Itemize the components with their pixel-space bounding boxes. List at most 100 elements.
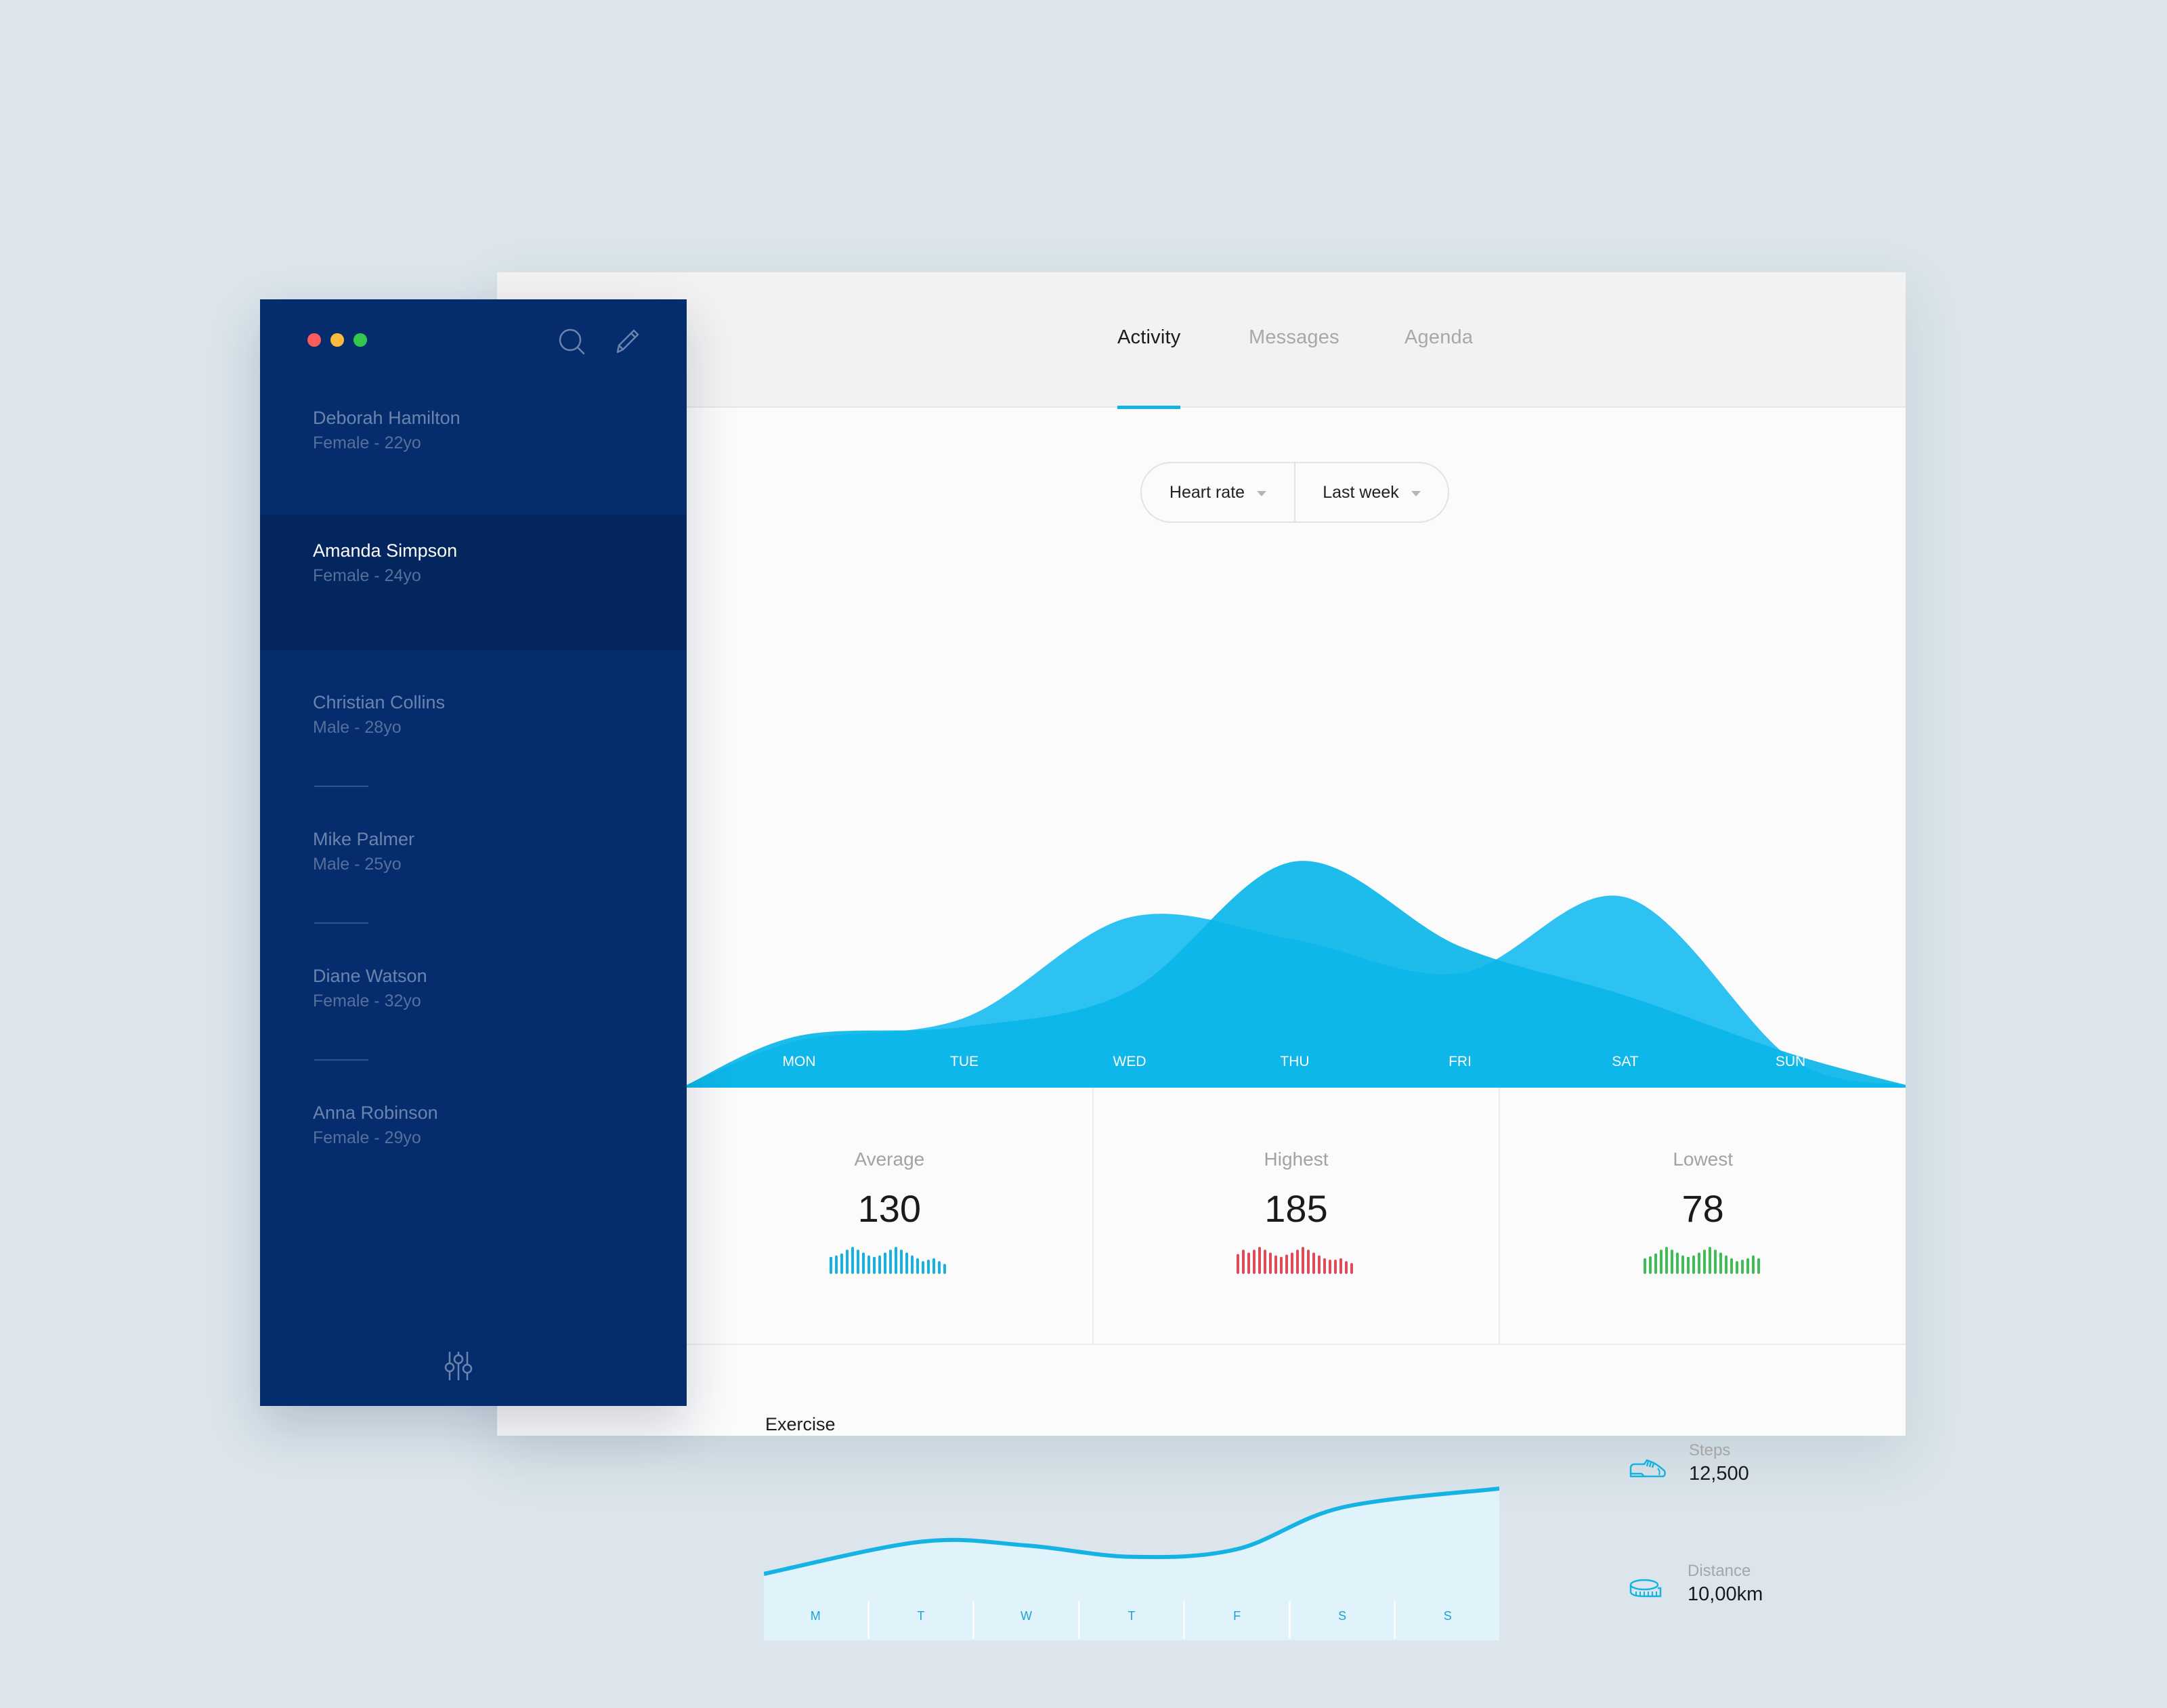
patient-name: Christian Collins xyxy=(313,692,446,712)
stat-card-average: Average 130 xyxy=(687,1088,1092,1344)
sparkline-bar xyxy=(846,1250,849,1274)
sparkline-bar xyxy=(830,1256,833,1274)
sparkline-bar xyxy=(1719,1252,1722,1274)
sparkline-bar xyxy=(1253,1250,1256,1274)
sparkline-bar xyxy=(1237,1254,1239,1274)
period-dropdown-value: Last week xyxy=(1323,482,1399,502)
minimize-window-button[interactable] xyxy=(330,333,344,347)
exercise-day-label: S xyxy=(1288,1601,1394,1639)
list-divider xyxy=(314,1059,368,1061)
search-icon[interactable] xyxy=(557,326,586,356)
sparkline-bar xyxy=(922,1261,925,1274)
sparkline-bar xyxy=(1285,1254,1288,1274)
steps-label: Steps xyxy=(1689,1441,1731,1459)
patient-name: Deborah Hamilton xyxy=(313,408,460,428)
pencil-icon[interactable] xyxy=(612,326,642,356)
stat-value: 185 xyxy=(1264,1187,1328,1230)
sparkline-bar xyxy=(1740,1260,1744,1274)
metric-dropdown[interactable]: Heart rate xyxy=(1142,463,1294,521)
sparkline-bar xyxy=(1318,1255,1321,1274)
sparkline-bar xyxy=(1264,1250,1266,1274)
patient-info: Female - 22yo xyxy=(313,433,421,452)
maximize-window-button[interactable] xyxy=(353,333,367,347)
chevron-down-icon xyxy=(1257,491,1267,496)
sparkline-bar xyxy=(1280,1256,1283,1274)
distance-label: Distance xyxy=(1688,1562,1751,1580)
sparkline-bar xyxy=(1329,1260,1331,1274)
sparkline-bar xyxy=(1654,1253,1657,1274)
stat-card-lowest: Lowest 78 xyxy=(1499,1088,1906,1344)
tab-messages[interactable]: Messages xyxy=(1249,326,1339,408)
sparkline-bar xyxy=(1659,1250,1662,1274)
close-window-button[interactable] xyxy=(307,333,321,347)
sparkline-bar xyxy=(1350,1263,1353,1274)
sparkline-bar xyxy=(900,1250,903,1274)
sparkline-bar xyxy=(1713,1250,1717,1274)
exercise-day-label: T xyxy=(1077,1601,1184,1639)
x-tick-label: THU xyxy=(1280,1054,1309,1069)
sparkline-bar xyxy=(1670,1250,1673,1274)
sparkline-bar xyxy=(1675,1252,1679,1274)
sparkline-bar xyxy=(895,1247,898,1274)
sparkline-bar xyxy=(943,1264,947,1274)
tab-activity[interactable]: Activity xyxy=(1117,326,1181,409)
sparkline-bar xyxy=(1312,1252,1315,1274)
exercise-day-label: W xyxy=(972,1601,1078,1639)
patient-list-item[interactable]: Anna Robinson Female - 29yo xyxy=(260,1103,687,1170)
sparkline-bar xyxy=(916,1258,920,1274)
sparkline-bar xyxy=(932,1258,936,1274)
sparkline-bar xyxy=(862,1252,865,1274)
metric-dropdown-value: Heart rate xyxy=(1169,482,1245,502)
period-dropdown[interactable]: Last week xyxy=(1294,463,1448,521)
sparkline-bar xyxy=(911,1255,914,1274)
exercise-title: Exercise xyxy=(765,1414,836,1434)
stat-value: 78 xyxy=(1681,1187,1724,1230)
sparkline-bar xyxy=(1708,1247,1711,1274)
tab-agenda[interactable]: Agenda xyxy=(1404,326,1473,408)
chevron-down-icon xyxy=(1411,491,1421,496)
sparkline-bar xyxy=(878,1255,882,1274)
exercise-day-label: T xyxy=(867,1601,973,1639)
sparkline-bar xyxy=(938,1261,941,1274)
sparkline-bar xyxy=(1757,1258,1760,1274)
patient-name: Mike Palmer xyxy=(313,829,415,849)
steps-value: 12,500 xyxy=(1689,1463,1749,1485)
sparkline-bar xyxy=(1665,1247,1668,1274)
patient-info: Female - 24yo xyxy=(313,566,421,585)
sparkline-bar xyxy=(1334,1260,1337,1274)
patient-info: Male - 25yo xyxy=(313,855,402,874)
list-divider xyxy=(314,786,368,787)
main-header: Activity Messages Agenda xyxy=(497,272,1906,409)
sparkline-bar xyxy=(1291,1252,1293,1274)
sparkline-bar xyxy=(835,1255,838,1274)
window-controls xyxy=(307,333,367,347)
sparkline-bar xyxy=(905,1252,909,1274)
sparkline-bar xyxy=(857,1250,860,1274)
patient-list-item[interactable]: Deborah Hamilton Female - 22yo xyxy=(260,408,687,475)
sparkline-bar xyxy=(1681,1255,1684,1274)
sparkline-bar xyxy=(1323,1258,1326,1274)
stat-label: Highest xyxy=(1264,1149,1329,1170)
patient-list-item[interactable]: Mike Palmer Male - 25yo xyxy=(260,829,687,897)
exercise-day-label: S xyxy=(1394,1601,1499,1639)
patient-name: Amanda Simpson xyxy=(313,540,458,561)
x-tick-label: SUN xyxy=(1776,1054,1805,1069)
list-divider xyxy=(314,922,368,924)
sparkline-bar xyxy=(1702,1250,1706,1274)
patient-list-item-selected[interactable]: Amanda Simpson Female - 24yo xyxy=(260,515,687,650)
stats-row: Average 130 Highest 185 Lowest 78 xyxy=(687,1088,1906,1345)
sparkline-bar xyxy=(1247,1252,1250,1274)
sparkline-bar xyxy=(1751,1255,1755,1274)
patient-list-item[interactable]: Christian Collins Male - 28yo xyxy=(260,692,687,760)
active-tab-indicator xyxy=(1117,406,1181,409)
x-tick-label: TUE xyxy=(950,1054,979,1069)
exercise-day-label: M xyxy=(810,1609,821,1623)
heart-rate-chart-svg: MON TUE WED THU FRI SAT SUN xyxy=(687,861,1906,1088)
x-tick-label: MON xyxy=(783,1054,816,1069)
sparkline-bar xyxy=(1339,1258,1342,1274)
sliders-icon[interactable] xyxy=(442,1349,475,1383)
sparkline-bar xyxy=(1648,1256,1652,1274)
patient-list-item[interactable]: Diane Watson Female - 32yo xyxy=(260,966,687,1033)
tab-label: Messages xyxy=(1249,326,1339,348)
sparkline-bar xyxy=(1697,1252,1700,1274)
